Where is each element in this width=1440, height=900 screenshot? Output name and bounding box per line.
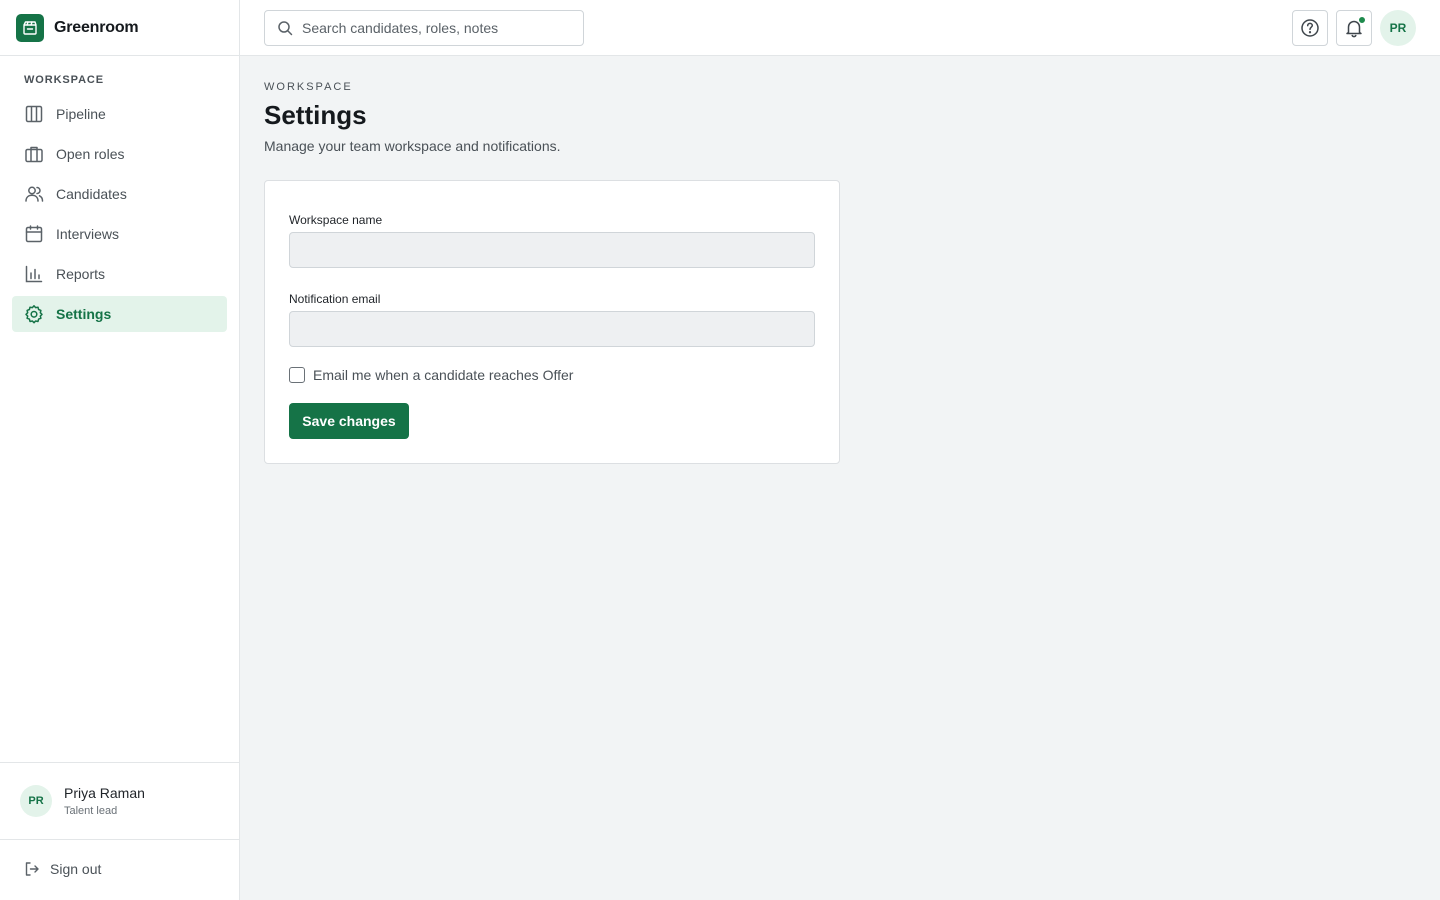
sidebar-item-label: Settings	[56, 306, 112, 322]
sidebar: Greenroom WORKSPACE Pipeline Open roles	[0, 0, 240, 900]
users-icon	[25, 186, 44, 202]
notifications-button[interactable]	[1336, 10, 1372, 46]
offer-email-option[interactable]: Email me when a candidate reaches Offer	[289, 367, 573, 383]
avatar: PR	[20, 785, 52, 817]
calendar-icon	[25, 225, 43, 243]
pipeline-icon	[25, 105, 43, 123]
search-input[interactable]	[302, 20, 572, 36]
sign-out-link[interactable]: Sign out	[24, 858, 101, 880]
workspace-name-label: Workspace name	[289, 213, 383, 227]
page-subtitle: Manage your team workspace and notificat…	[264, 138, 561, 154]
user-name: Priya Raman	[64, 785, 145, 801]
sidebar-item-pipeline[interactable]: Pipeline	[12, 96, 227, 132]
clapperboard-icon	[16, 13, 44, 42]
sidebar-nav: Pipeline Open roles Candidates Interview…	[12, 96, 227, 336]
search-icon	[278, 21, 293, 36]
notification-email-label: Notification email	[289, 292, 381, 306]
brand[interactable]: Greenroom	[0, 0, 239, 56]
search-box[interactable]	[264, 10, 584, 46]
account-avatar[interactable]: PR	[1380, 10, 1416, 46]
notification-email-input[interactable]	[289, 311, 815, 347]
page-eyebrow: WORKSPACE	[264, 81, 353, 93]
sidebar-item-candidates[interactable]: Candidates	[12, 176, 227, 212]
topbar: PR	[240, 0, 1440, 56]
offer-email-checkbox[interactable]	[289, 367, 305, 383]
sidebar-item-settings[interactable]: Settings	[12, 296, 227, 332]
help-icon	[1301, 19, 1319, 37]
sidebar-item-label: Candidates	[56, 186, 127, 202]
sidebar-item-interviews[interactable]: Interviews	[12, 216, 227, 252]
sidebar-section-label: WORKSPACE	[24, 74, 105, 86]
notification-dot	[1358, 16, 1366, 24]
offer-email-checkbox-label: Email me when a candidate reaches Offer	[313, 367, 574, 383]
gear-icon	[25, 305, 43, 324]
user-profile[interactable]: PR Priya Raman Talent lead	[0, 762, 239, 840]
sidebar-item-label: Pipeline	[56, 106, 106, 122]
sidebar-item-label: Open roles	[56, 146, 125, 162]
sidebar-item-reports[interactable]: Reports	[12, 256, 227, 292]
sidebar-item-label: Interviews	[56, 226, 120, 242]
user-role: Talent lead	[64, 805, 118, 817]
sidebar-item-label: Reports	[56, 266, 106, 282]
workspace-name-input[interactable]	[289, 232, 815, 268]
settings-form-card: Workspace name Notification email Email …	[264, 180, 840, 464]
briefcase-icon	[25, 146, 43, 163]
help-button[interactable]	[1292, 10, 1328, 46]
page-title: Settings	[264, 100, 367, 130]
bar-chart-icon	[25, 265, 43, 283]
sign-out-label: Sign out	[50, 861, 102, 877]
app-name: Greenroom	[54, 18, 139, 36]
sign-out-icon	[25, 862, 39, 876]
sidebar-item-open-roles[interactable]: Open roles	[12, 136, 227, 172]
save-changes-button[interactable]: Save changes	[289, 403, 409, 439]
